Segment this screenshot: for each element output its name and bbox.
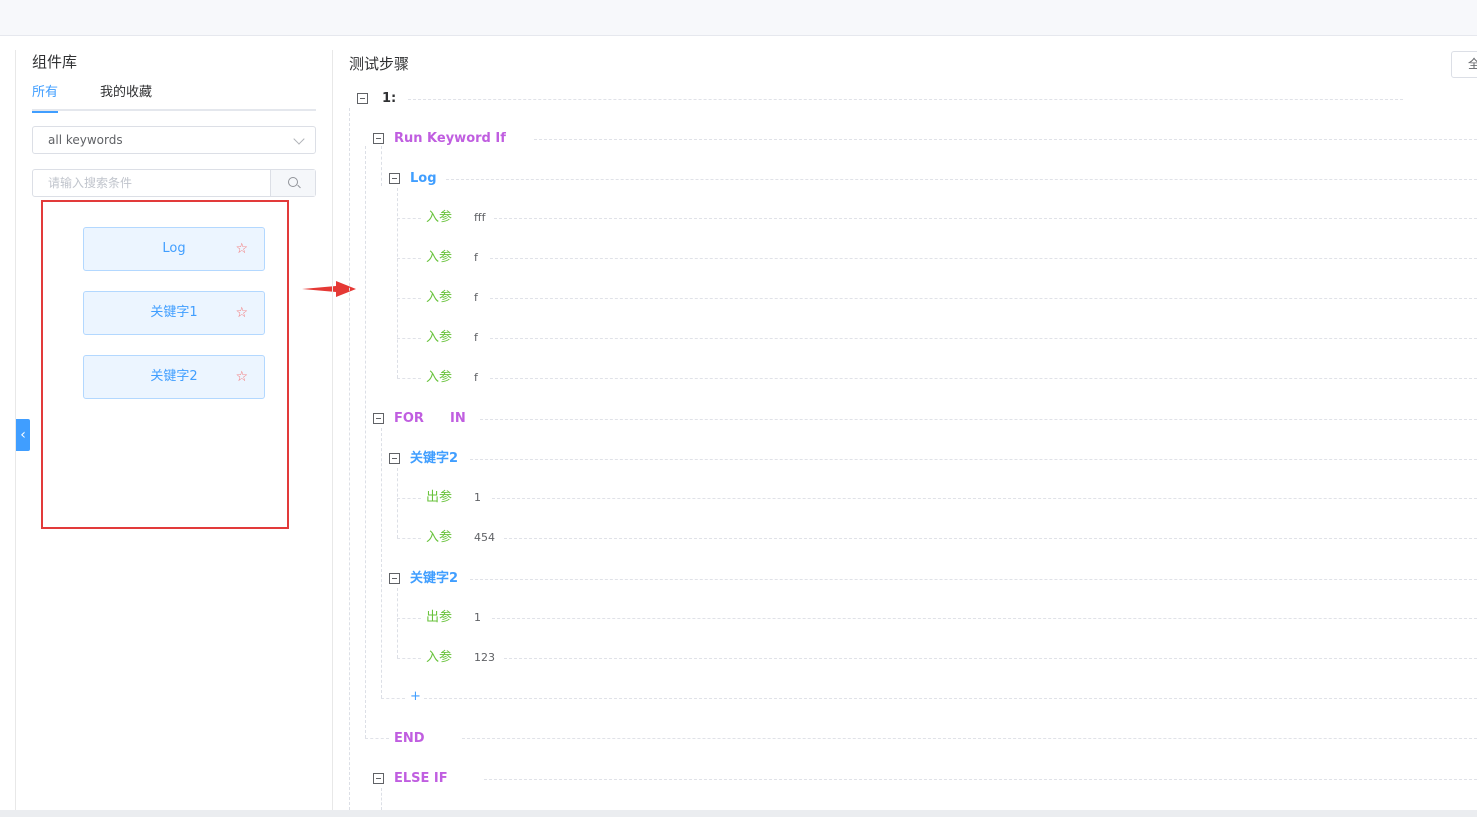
param-in-label: 入参 (426, 370, 453, 385)
row-guide (484, 779, 1477, 780)
row-guide (492, 618, 1477, 619)
tree-guide (397, 188, 398, 378)
tree-guide (349, 108, 350, 810)
param-in-label: 入参 (426, 290, 453, 305)
in-label[interactable]: IN (450, 409, 466, 429)
param-in-label: 入参 (426, 650, 453, 665)
keyword-label: 关键字2 (150, 369, 198, 384)
collapse-toggle-icon[interactable] (373, 133, 384, 144)
row-guide (492, 498, 1477, 499)
row-guide (397, 498, 421, 499)
row-guide (408, 99, 1403, 100)
tree-guide (397, 468, 398, 538)
star-icon[interactable]: ☆ (235, 356, 248, 398)
row-guide (397, 538, 421, 539)
chevron-left-icon: ‹ (20, 427, 26, 443)
tree-guide (381, 788, 382, 810)
collapse-toggle-icon[interactable] (389, 573, 400, 584)
tab-all[interactable]: 所有 (32, 83, 59, 113)
tree-guide (397, 588, 398, 658)
row-guide (397, 258, 421, 259)
tree-guide (365, 146, 366, 738)
row-guide (397, 378, 421, 379)
collapse-toggle-icon[interactable] (357, 93, 368, 104)
row-guide (490, 298, 1477, 299)
row-guide (490, 258, 1477, 259)
top-bar (0, 0, 1477, 36)
param-value[interactable]: 1 (474, 488, 481, 508)
row-guide (397, 658, 421, 659)
search-input[interactable] (33, 170, 271, 196)
param-value[interactable]: f (474, 288, 478, 308)
row-guide (504, 538, 1477, 539)
keyword-item-log[interactable]: Log ☆ (83, 227, 265, 271)
collapse-sidebar-button[interactable]: ‹ (16, 419, 30, 451)
keyword-label: Log (162, 241, 186, 256)
row-guide (490, 338, 1477, 339)
star-icon[interactable]: ☆ (235, 292, 248, 334)
collapse-toggle-icon[interactable] (373, 773, 384, 784)
row-guide (397, 218, 421, 219)
panel-divider (332, 50, 333, 810)
row-guide (534, 139, 1477, 140)
row-guide (462, 738, 1477, 739)
log-node[interactable]: Log (410, 169, 437, 189)
collapse-toggle-icon[interactable] (389, 173, 400, 184)
row-guide (494, 218, 1477, 219)
search-button[interactable] (270, 170, 315, 196)
param-in-label: 入参 (426, 250, 453, 265)
else-if-node[interactable]: ELSE IF (394, 769, 448, 789)
row-guide (490, 378, 1477, 379)
param-value[interactable]: 454 (474, 528, 495, 548)
row-guide (397, 618, 421, 619)
row-guide (381, 698, 405, 699)
step-number[interactable]: 1: (382, 89, 396, 109)
param-out-label: 出参 (426, 610, 453, 625)
star-icon[interactable]: ☆ (235, 228, 248, 270)
library-title: 组件库 (32, 53, 78, 71)
component-library: 组件库 所有 我的收藏 all keywords (32, 50, 316, 197)
chevron-down-icon (293, 133, 305, 145)
run-keyword-if-node[interactable]: Run Keyword If (394, 129, 506, 149)
library-tabs: 所有 我的收藏 (32, 83, 316, 113)
keyword-item-1[interactable]: 关键字1 ☆ (83, 291, 265, 335)
collapse-toggle-icon[interactable] (373, 413, 384, 424)
keyword-category-select[interactable]: all keywords (32, 126, 316, 154)
search-box (32, 169, 316, 197)
row-guide (470, 579, 1477, 580)
for-node[interactable]: FOR (394, 409, 424, 429)
param-value[interactable]: f (474, 328, 478, 348)
keyword-label: 关键字1 (150, 305, 198, 320)
end-node[interactable]: END (394, 729, 425, 749)
row-guide (424, 698, 1477, 699)
param-value[interactable]: f (474, 248, 478, 268)
tab-favorites[interactable]: 我的收藏 (100, 83, 152, 103)
horizontal-scrollbar[interactable] (0, 810, 1477, 817)
param-in-label: 入参 (426, 330, 453, 345)
steps-title: 测试步骤 (349, 55, 410, 73)
param-in-label: 入参 (426, 530, 453, 545)
add-step-button[interactable]: + (410, 689, 421, 704)
row-guide (446, 179, 1477, 180)
keyword-node[interactable]: 关键字2 (410, 449, 458, 469)
tree-guide (381, 428, 382, 698)
row-guide (397, 298, 421, 299)
param-value[interactable]: 123 (474, 648, 495, 668)
row-guide (470, 459, 1477, 460)
collapse-toggle-icon[interactable] (389, 453, 400, 464)
fullscreen-button[interactable]: 全 (1451, 51, 1477, 78)
tree-guide (381, 146, 382, 186)
param-value[interactable]: 1 (474, 608, 481, 628)
param-value[interactable]: f (474, 368, 478, 388)
select-value: all keywords (48, 133, 123, 147)
keyword-node[interactable]: 关键字2 (410, 569, 458, 589)
row-guide (480, 419, 1477, 420)
param-out-label: 出参 (426, 490, 453, 505)
row-guide (397, 338, 421, 339)
param-value[interactable]: fff (474, 208, 485, 228)
param-in-label: 入参 (426, 210, 453, 225)
row-guide (365, 738, 389, 739)
row-guide (504, 658, 1477, 659)
keyword-item-2[interactable]: 关键字2 ☆ (83, 355, 265, 399)
